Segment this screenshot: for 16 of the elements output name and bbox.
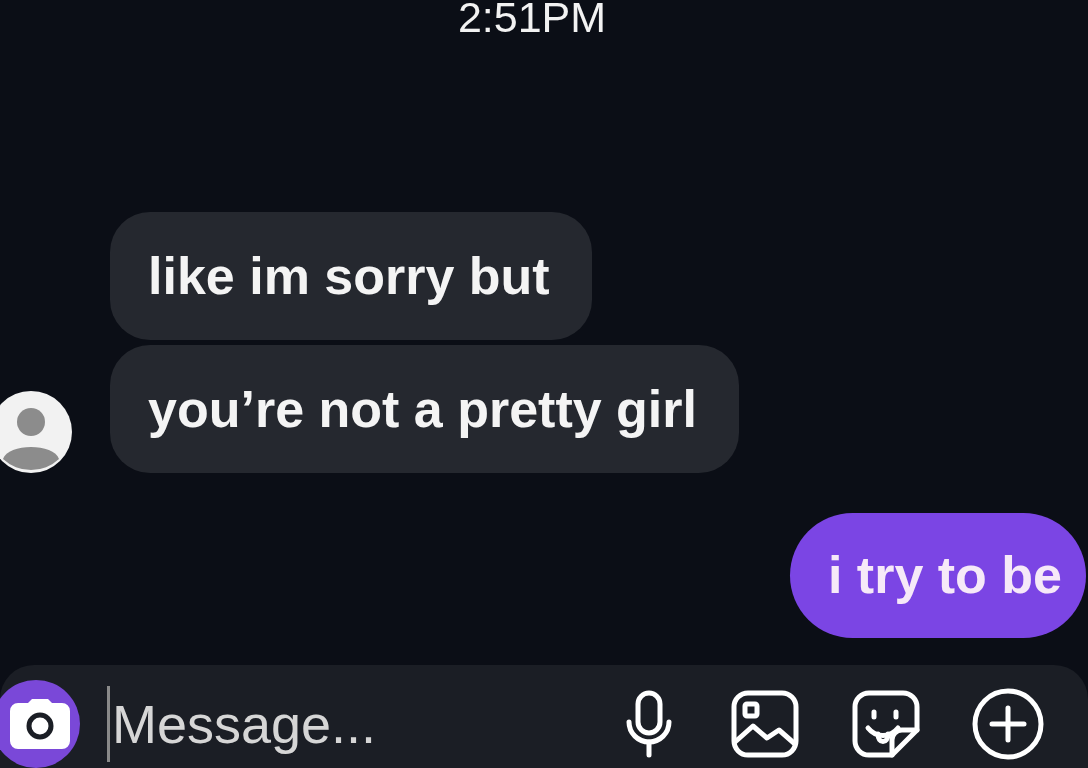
received-message: like im sorry but [110, 212, 592, 340]
add-icon [972, 687, 1044, 760]
microphone-button[interactable] [625, 689, 673, 758]
image-icon [731, 689, 799, 758]
microphone-icon [625, 689, 673, 758]
camera-icon [10, 698, 70, 749]
image-button[interactable] [731, 689, 799, 758]
add-button[interactable] [972, 687, 1044, 760]
message-composer[interactable]: Message... [0, 665, 1088, 768]
sticker-icon [852, 689, 920, 758]
timestamp: 2:51PM [457, 0, 607, 39]
message-field[interactable]: Message... [112, 688, 582, 759]
avatar-icon [0, 391, 72, 473]
received-message: you’re not a pretty girl [110, 345, 739, 473]
sent-message: i try to be [789, 513, 1086, 638]
sticker-button[interactable] [852, 689, 920, 758]
